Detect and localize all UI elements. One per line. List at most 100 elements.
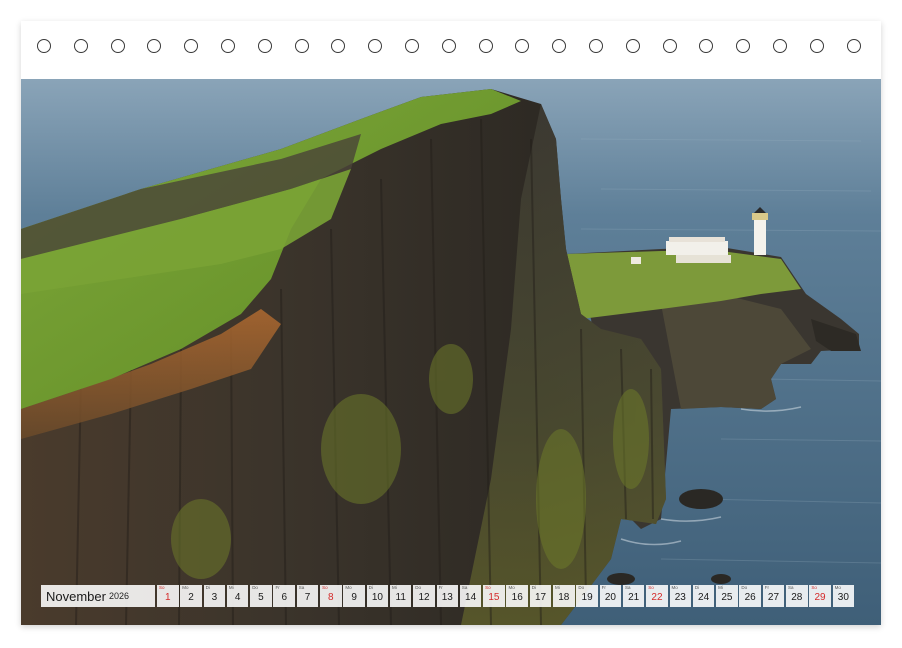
day-number: 7 <box>304 592 311 603</box>
day-number: 25 <box>721 592 733 603</box>
ring-hole <box>515 39 530 53</box>
weekday-label: So <box>485 585 491 590</box>
day-number: 30 <box>837 592 849 603</box>
ring-hole <box>809 39 824 53</box>
day-number: 14 <box>465 592 477 603</box>
weekday-label: Di <box>368 585 373 590</box>
day-cell: So 29 <box>809 585 831 607</box>
ring-hole <box>294 39 309 53</box>
day-number: 6 <box>281 592 288 603</box>
day-cell: Mi 18 <box>553 585 575 607</box>
day-cell: Sa 7 <box>296 585 319 607</box>
weekday-label: Do <box>252 585 258 590</box>
landscape-photo <box>21 79 881 625</box>
ring-hole <box>147 39 162 53</box>
day-cell: Mi 25 <box>716 585 738 607</box>
day-cell: Do 12 <box>413 585 435 607</box>
weekday-label: Mo <box>508 585 515 590</box>
ring-hole <box>110 39 125 53</box>
ring-hole <box>441 39 456 53</box>
ring-hole <box>662 39 677 53</box>
weekday-label: Do <box>578 585 585 590</box>
ring-hole <box>331 39 346 53</box>
month-label: November 2026 <box>41 585 155 607</box>
ring-hole <box>221 39 235 53</box>
day-cell: So 22 <box>646 585 668 607</box>
weekday-label: Di <box>531 585 536 590</box>
day-cell: Sa 28 <box>786 585 808 607</box>
ring-hole <box>184 39 199 53</box>
weekday-label: Sa <box>298 585 305 590</box>
day-number: 23 <box>674 592 686 603</box>
day-number: 5 <box>258 592 264 603</box>
day-number: 15 <box>488 592 500 603</box>
day-number: 11 <box>395 592 406 603</box>
day-number: 27 <box>767 592 780 603</box>
weekday-label: Mo <box>182 585 189 590</box>
day-number: 4 <box>234 592 241 603</box>
weekday-label: Mo <box>834 585 841 590</box>
weekday-label: Mo <box>671 585 678 590</box>
weekday-label: Sa <box>461 585 468 590</box>
binding-strip <box>21 21 881 79</box>
day-cells: So 1 Mo 2 Di 3 Mi 4 Do 5 Fr 6 Sa 7 So 8 Mo 9 Di 10 Mi 11 Do 12 F… <box>157 585 856 607</box>
ring-hole <box>37 39 51 53</box>
day-cell: Fr 13 <box>436 585 459 607</box>
ring-hole <box>73 39 88 53</box>
ring-hole <box>478 39 493 53</box>
day-cell: Sa 14 <box>459 585 482 607</box>
day-number: 26 <box>744 592 756 603</box>
ring-hole <box>405 39 419 53</box>
ring-hole <box>736 39 751 53</box>
day-cell: Mo 2 <box>180 585 202 607</box>
ring-hole <box>589 39 603 53</box>
ring-hole <box>257 39 272 53</box>
day-number: 24 <box>698 592 710 603</box>
day-cell: Fr 6 <box>273 585 295 607</box>
calendar-page: November 2026 So 1 Mo 2 Di 3 Mi 4 Do 5 Fr 6 Sa 7 So 8 Mo… <box>21 21 881 625</box>
day-number: 2 <box>188 592 194 603</box>
day-number: 22 <box>651 592 663 603</box>
day-number: 18 <box>558 592 570 603</box>
day-cell: Do 5 <box>250 585 272 607</box>
weekday-label: Fr <box>601 585 606 590</box>
weekday-label: Sa <box>788 585 794 590</box>
day-number: 9 <box>351 592 357 603</box>
month-bar: November 2026 So 1 Mo 2 Di 3 Mi 4 Do 5 Fr 6 Sa 7 So 8 Mo… <box>41 585 859 607</box>
weekday-label: Di <box>205 585 210 590</box>
weekday-label: Di <box>694 585 700 590</box>
day-number: 13 <box>441 592 453 603</box>
day-cell: Do 19 <box>576 585 598 607</box>
day-cell: Mo 9 <box>343 585 365 607</box>
day-cell: So 15 <box>483 585 505 607</box>
day-number: 1 <box>164 592 171 603</box>
weekday-label: Fr <box>438 585 443 590</box>
ring-hole <box>625 39 640 53</box>
day-cell: Mo 30 <box>832 585 855 607</box>
ring-hole <box>368 39 383 53</box>
day-cell: So 8 <box>320 585 342 607</box>
day-cell: Mo 23 <box>669 585 692 607</box>
day-cell: Fr 27 <box>762 585 785 607</box>
day-number: 29 <box>814 592 826 603</box>
weekday-label: So <box>159 585 165 590</box>
weekday-label: So <box>811 585 817 590</box>
ring-hole <box>846 39 861 53</box>
day-cell: Mi 11 <box>389 585 412 607</box>
day-cell: So 1 <box>157 585 179 607</box>
day-cell: Mo 16 <box>506 585 528 607</box>
year-label: 2026 <box>108 591 129 601</box>
weekday-label: Do <box>741 585 748 590</box>
day-number: 28 <box>791 592 803 603</box>
day-cell: Mi 4 <box>226 585 249 607</box>
ring-hole <box>773 39 787 53</box>
day-number: 21 <box>628 592 640 603</box>
weekday-label: Mi <box>391 585 397 590</box>
weekday-label: So <box>648 585 654 590</box>
day-number: 16 <box>511 592 523 603</box>
day-number: 17 <box>534 592 547 603</box>
day-cell: Fr 20 <box>599 585 622 607</box>
day-cell: Di 10 <box>366 585 389 607</box>
weekday-label: Mi <box>228 585 234 590</box>
day-cell: Sa 21 <box>622 585 645 607</box>
